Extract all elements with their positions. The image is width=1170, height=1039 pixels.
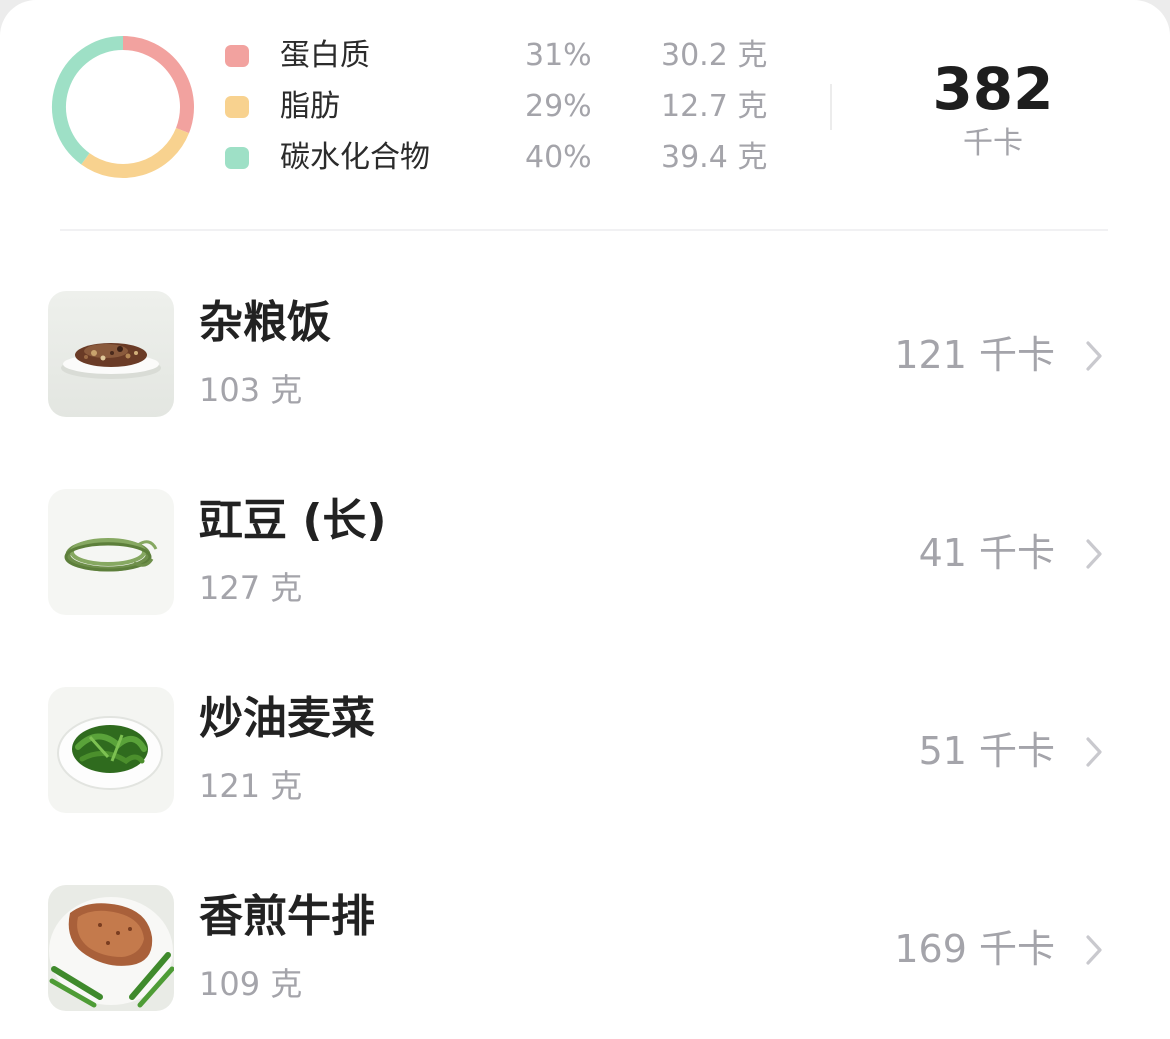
carbs-color-dot [225, 147, 249, 169]
total-calories: 382 [932, 55, 1054, 123]
macro-name: 脂肪 [280, 89, 340, 124]
macro-percent: 40% [525, 140, 592, 175]
nutrition-summary: 蛋白质 31% 30.2 克 脂肪 29% 12.7 克 碳水化合物 40% 3… [0, 0, 1170, 230]
chevron-right-icon [1086, 341, 1102, 371]
macro-grams: 12.7 克 [661, 89, 768, 124]
donut-segment-protein [122, 36, 194, 134]
mixed-grain-rice-photo [48, 291, 174, 417]
macro-percent: 31% [525, 38, 592, 73]
donut-segment-fat [81, 127, 190, 178]
macro-name: 蛋白质 [280, 38, 370, 73]
food-name: 炒油麦菜 [199, 693, 375, 744]
macro-name: 碳水化合物 [280, 140, 430, 175]
macro-grams: 30.2 克 [661, 38, 768, 73]
food-weight: 103 克 [199, 371, 303, 409]
section-divider [60, 229, 1108, 231]
chevron-right-icon [1086, 737, 1102, 767]
food-calories: 121 千卡 [894, 333, 1055, 377]
food-item-mixed-grain-rice[interactable]: 杂粮饭 103 克 121 千卡 [0, 291, 1170, 421]
stir-fried-lettuce-photo [48, 687, 174, 813]
macro-row-fat: 脂肪 29% 12.7 克 [225, 82, 785, 132]
food-item-stir-fried-lettuce[interactable]: 炒油麦菜 121 克 51 千卡 [0, 687, 1170, 817]
protein-color-dot [225, 45, 249, 67]
food-item-long-beans[interactable]: 豇豆 (长) 127 克 41 千卡 [0, 489, 1170, 619]
food-name: 香煎牛排 [199, 891, 375, 942]
macro-donut-chart [52, 36, 194, 178]
food-calories: 51 千卡 [918, 729, 1055, 773]
macro-percent: 29% [525, 89, 592, 124]
food-calories: 41 千卡 [918, 531, 1055, 575]
chevron-right-icon [1086, 539, 1102, 569]
food-weight: 127 克 [199, 569, 303, 607]
food-calories: 169 千卡 [894, 927, 1055, 971]
food-weight: 109 克 [199, 965, 303, 1003]
pan-fried-steak-photo [48, 885, 174, 1011]
macro-row-carbs: 碳水化合物 40% 39.4 克 [225, 133, 785, 183]
summary-divider [830, 84, 832, 130]
total-calories-unit: 千卡 [963, 126, 1023, 161]
food-weight: 121 克 [199, 767, 303, 805]
meal-detail-card: 蛋白质 31% 30.2 克 脂肪 29% 12.7 克 碳水化合物 40% 3… [0, 0, 1170, 1039]
chevron-right-icon [1086, 935, 1102, 965]
donut-segment-carbs [52, 36, 124, 165]
fat-color-dot [225, 96, 249, 118]
food-name: 杂粮饭 [199, 297, 331, 348]
food-name: 豇豆 (长) [199, 495, 387, 546]
macro-grams: 39.4 克 [661, 140, 768, 175]
food-item-pan-fried-steak[interactable]: 香煎牛排 109 克 169 千卡 [0, 885, 1170, 1015]
macro-row-protein: 蛋白质 31% 30.2 克 [225, 31, 785, 81]
long-beans-photo [48, 489, 174, 615]
